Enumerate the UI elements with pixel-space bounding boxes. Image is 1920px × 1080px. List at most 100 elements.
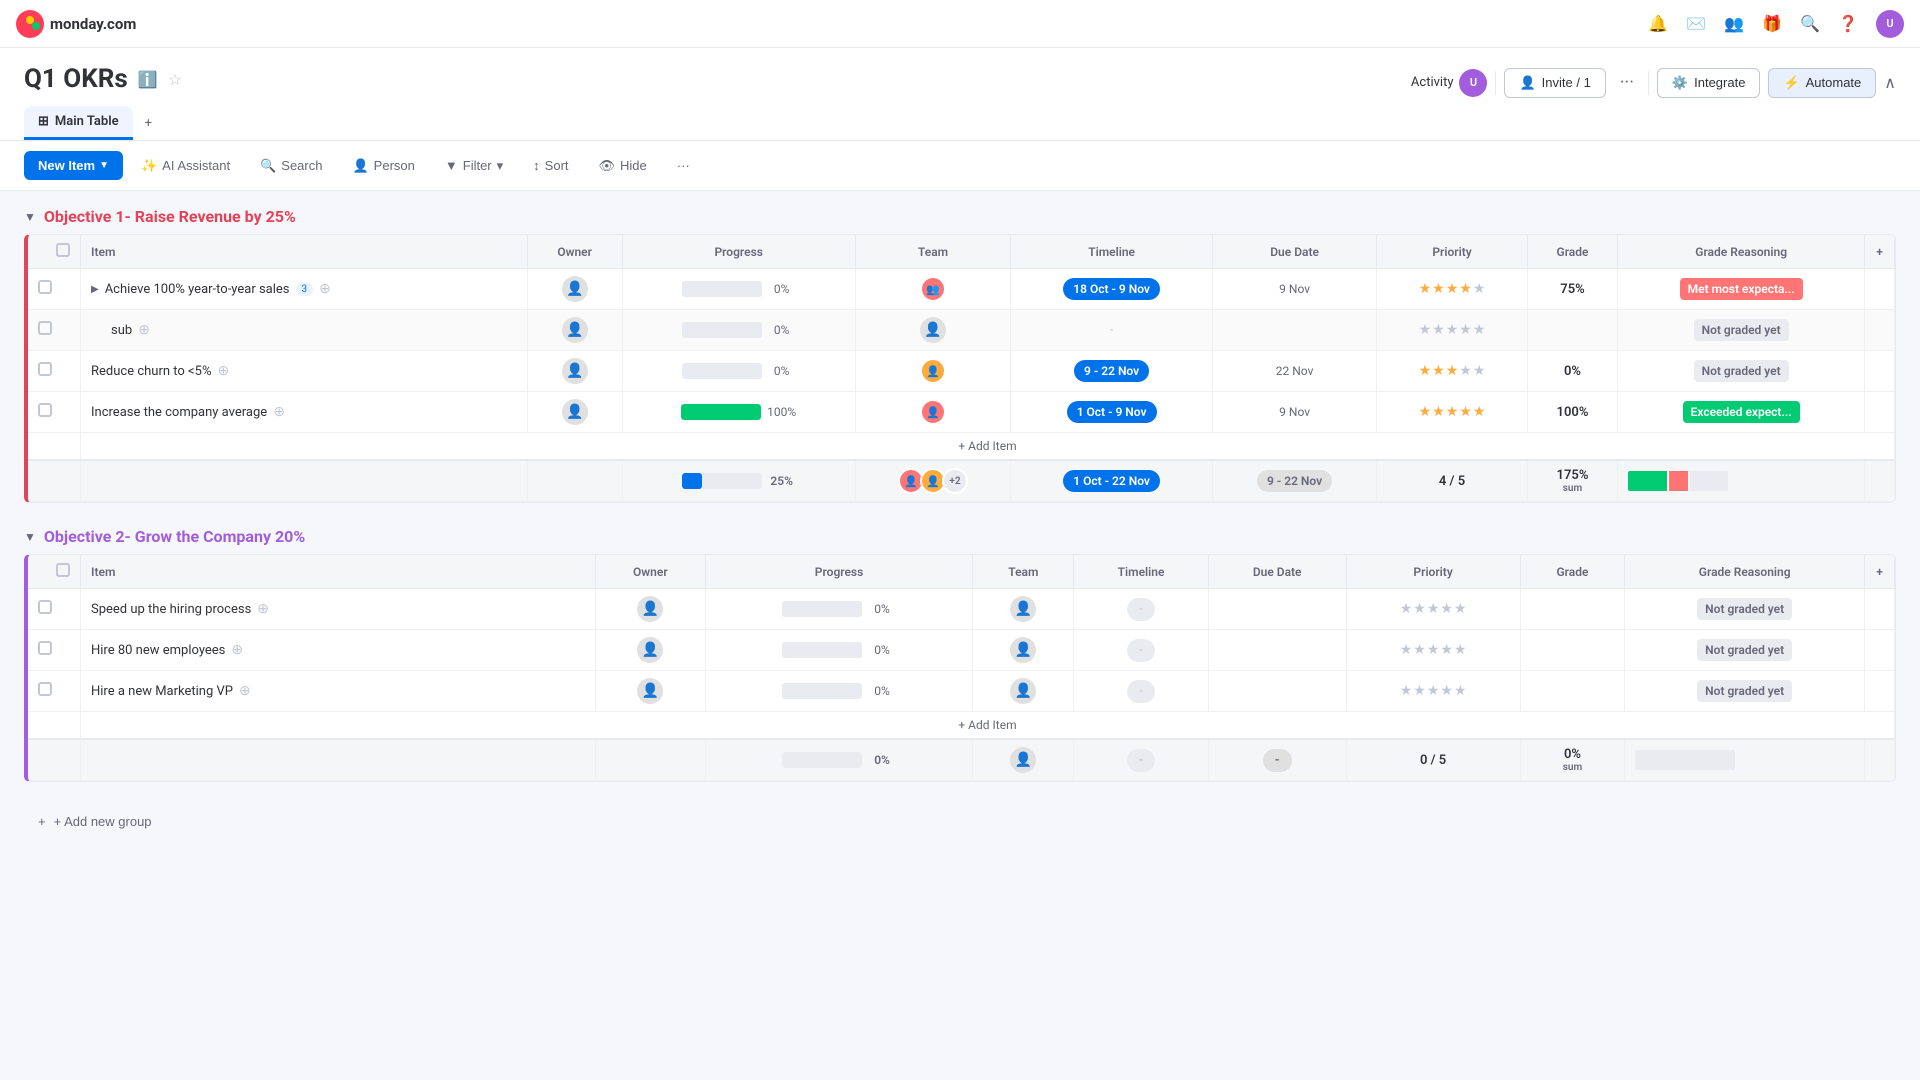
info-icon[interactable]: ℹ️ <box>138 70 158 89</box>
row4-owner-avatar: 👤 <box>562 399 588 425</box>
o2r1-checkbox[interactable] <box>38 600 52 614</box>
row1-owner-cell[interactable]: 👤 <box>527 269 622 310</box>
row3-stars[interactable]: ★★★★★ <box>1387 363 1516 379</box>
o2r1-add-icon[interactable]: ⊕ <box>257 601 269 617</box>
row1-timeline-cell[interactable]: 18 Oct - 9 Nov <box>1011 269 1212 310</box>
row1-team-avatar: 👥 <box>920 276 946 302</box>
o2r3-checkbox[interactable] <box>38 682 52 696</box>
o2r3-team-cell[interactable]: 👤 <box>973 671 1074 712</box>
group-header-obj1[interactable]: ▼ Objective 1- Raise Revenue by 25% <box>24 207 1896 226</box>
rowsub-owner-cell[interactable]: 👤 <box>527 310 622 351</box>
row1-add-icon[interactable]: ⊕ <box>319 281 331 297</box>
o2r3-add-icon[interactable]: ⊕ <box>239 683 251 699</box>
group-header-obj2[interactable]: ▼ Objective 2- Grow the Company 20% <box>24 527 1896 546</box>
new-item-button[interactable]: New Item ▼ <box>24 151 123 180</box>
col2-add-header[interactable]: + <box>1865 555 1895 589</box>
add-group-button[interactable]: + + Add new group <box>24 806 166 837</box>
o2r2-stars[interactable]: ★★★★★ <box>1357 642 1510 658</box>
o2r1-stars[interactable]: ★★★★★ <box>1357 601 1510 617</box>
o2r2-checkbox[interactable] <box>38 641 52 655</box>
add-item-row-obj1[interactable]: + Add Item <box>28 433 1895 461</box>
row1-checkbox[interactable] <box>38 280 52 294</box>
row4-timeline-cell[interactable]: 1 Oct - 9 Nov <box>1011 392 1212 433</box>
more-options-button[interactable]: ··· <box>1614 66 1640 99</box>
sum2-priority-cell: 0 / 5 <box>1346 739 1520 781</box>
row3-add-icon[interactable]: ⊕ <box>217 363 229 379</box>
sum-extra-cell <box>1865 460 1895 502</box>
row3-item-cell: Reduce churn to <5% ⊕ <box>81 351 528 392</box>
add-item-row-obj2[interactable]: + Add Item <box>28 712 1895 740</box>
col2-duedate-header: Due Date <box>1208 555 1346 589</box>
rowsub-team-cell[interactable]: 👤 <box>855 310 1011 351</box>
star-icon[interactable]: ☆ <box>168 70 182 89</box>
rowsub-add-icon[interactable]: ⊕ <box>138 322 150 338</box>
person-button[interactable]: 👤 Person <box>340 152 426 180</box>
o2r3-owner-cell[interactable]: 👤 <box>595 671 705 712</box>
collapse-button[interactable]: ∧ <box>1884 73 1896 92</box>
col-gradereasoning-header: Grade Reasoning <box>1618 235 1865 269</box>
o2r2-team-cell[interactable]: 👤 <box>973 630 1074 671</box>
activity-button[interactable]: Activity U <box>1411 69 1488 97</box>
updates-icon[interactable]: 🎁 <box>1762 14 1782 34</box>
search-icon[interactable]: 🔍 <box>1800 14 1820 34</box>
row4-stars[interactable]: ★★★★★ <box>1387 404 1516 420</box>
hide-button[interactable]: 👁 Hide <box>587 152 659 180</box>
o2r2-add-icon[interactable]: ⊕ <box>231 642 243 658</box>
sum-empty-checkbox <box>28 460 81 502</box>
o2r2-gradereasoning-cell: Not graded yet <box>1625 630 1865 671</box>
invite-button[interactable]: 👤 Invite / 1 <box>1504 68 1605 98</box>
o2r3-stars[interactable]: ★★★★★ <box>1357 683 1510 699</box>
row1-stars[interactable]: ★★★★★ <box>1387 281 1516 297</box>
rowsub-grade-cell <box>1527 310 1618 351</box>
header-checkbox[interactable] <box>56 243 70 257</box>
user-avatar-icon[interactable]: U <box>1876 10 1904 38</box>
obj2-table: Item Owner Progress Team Timeline Due Da… <box>28 555 1895 781</box>
sort-button[interactable]: ↕ Sort <box>521 152 580 179</box>
o2r2-owner-cell[interactable]: 👤 <box>595 630 705 671</box>
row4-add-icon[interactable]: ⊕ <box>273 404 285 420</box>
add-group-icon: + <box>38 814 46 829</box>
sum2-duedate-badge: - <box>1263 749 1292 772</box>
more-toolbar-button[interactable]: ··· <box>665 152 702 179</box>
row4-owner-cell[interactable]: 👤 <box>527 392 622 433</box>
rowsub-stars[interactable]: ★★★★★ <box>1387 322 1516 338</box>
sum2-timeline-cell: - <box>1074 739 1208 781</box>
help-icon[interactable]: ❓ <box>1838 14 1858 34</box>
row3-timeline-cell[interactable]: 9 - 22 Nov <box>1011 351 1212 392</box>
o2r3-item-cell: Hire a new Marketing VP ⊕ <box>81 671 596 712</box>
row4-team-cell[interactable]: 👤 <box>855 392 1011 433</box>
o2r1-team-cell[interactable]: 👤 <box>973 589 1074 630</box>
o2r2-progress-bar-bg <box>782 642 862 658</box>
row1-duedate: 9 Nov <box>1279 282 1310 296</box>
header2-checkbox[interactable] <box>56 563 70 577</box>
logo[interactable]: monday.com <box>16 10 136 38</box>
filter-button[interactable]: ▼ Filter ▾ <box>433 152 515 180</box>
rowsub-checkbox[interactable] <box>38 321 52 335</box>
automate-button[interactable]: ⚡ Automate <box>1768 68 1876 98</box>
o2r1-owner-cell[interactable]: 👤 <box>595 589 705 630</box>
add-item-label-cell[interactable]: + Add Item <box>81 433 1895 461</box>
add-item2-label-cell[interactable]: + Add Item <box>81 712 1895 740</box>
inbox-icon[interactable]: ✉️ <box>1686 14 1706 34</box>
col2-gradereasoning-header: Grade Reasoning <box>1625 555 1865 589</box>
tab-add-button[interactable]: + <box>137 108 160 139</box>
row1-expand-icon[interactable]: ▶ <box>91 284 99 295</box>
group-chevron-obj2[interactable]: ▼ <box>24 530 36 544</box>
group-chevron-obj1[interactable]: ▼ <box>24 210 36 224</box>
row3-progress-cell: 0% <box>622 351 855 392</box>
row1-team-cell[interactable]: 👥 <box>855 269 1011 310</box>
sum2-team-avatar: 👤 <box>1010 747 1036 773</box>
row3-team-cell[interactable]: 👤 <box>855 351 1011 392</box>
row3-checkbox[interactable] <box>38 362 52 376</box>
row4-checkbox[interactable] <box>38 403 52 417</box>
integrate-button[interactable]: ⚙️ Integrate <box>1657 68 1761 98</box>
row3-owner-cell[interactable]: 👤 <box>527 351 622 392</box>
col-add-header[interactable]: + <box>1865 235 1895 269</box>
sum-progress-fill <box>682 473 702 489</box>
notifications-icon[interactable]: 🔔 <box>1648 14 1668 34</box>
row1-grade: 75% <box>1560 282 1584 297</box>
tab-main-table[interactable]: ⊞ Main Table <box>24 106 133 140</box>
ai-assistant-button[interactable]: ✨ AI Assistant <box>129 152 242 180</box>
search-button[interactable]: 🔍 Search <box>248 152 334 180</box>
people-icon[interactable]: 👥 <box>1724 14 1744 34</box>
